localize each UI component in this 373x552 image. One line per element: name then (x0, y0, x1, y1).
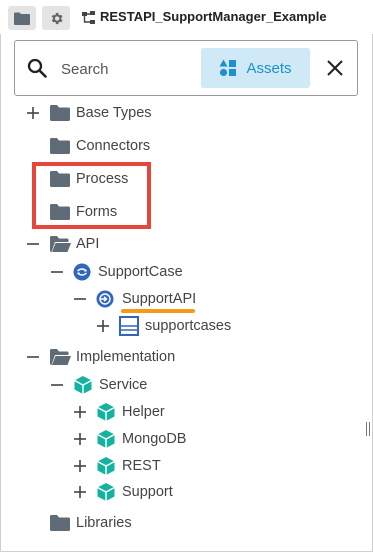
close-icon (327, 60, 343, 76)
folder-icon (50, 138, 70, 154)
search-icon (27, 58, 47, 78)
api-group-icon (73, 263, 91, 281)
cube-icon (97, 430, 115, 448)
tree-item-label: Support (122, 484, 173, 500)
tree-item-connectors[interactable]: Connectors (50, 135, 150, 157)
tree-item-label: MongoDB (122, 431, 187, 447)
tree-item-supportapi[interactable]: SupportAPI (96, 288, 196, 310)
expand-icon[interactable] (74, 460, 86, 472)
open-folder-icon (50, 236, 71, 252)
cube-icon (97, 457, 115, 475)
tree-item-implementation[interactable]: Implementation (50, 346, 175, 368)
tree-item-label: SupportAPI (122, 291, 197, 307)
tree-item-api[interactable]: API (50, 233, 99, 255)
cube-icon (97, 403, 115, 421)
project-tree-icon (82, 11, 95, 24)
resource-icon (119, 316, 139, 336)
api-icon (96, 290, 114, 308)
tree-item-label: SupportCase (98, 264, 183, 280)
tree-item-label: Service (99, 377, 148, 393)
collapse-icon[interactable] (74, 293, 86, 305)
close-search-button[interactable] (323, 56, 347, 80)
project-title: RESTAPI_SupportManager_Example (100, 9, 327, 24)
tree-item-helper[interactable]: Helper (96, 401, 165, 423)
folder-view-button[interactable] (8, 6, 36, 30)
collapse-icon[interactable] (51, 379, 63, 391)
cube-icon (74, 376, 92, 394)
tree-item-label: Connectors (76, 138, 151, 154)
tree-item-label: Libraries (76, 515, 132, 531)
tree-item-label: supportcases (145, 318, 232, 334)
resize-handle[interactable] (366, 422, 370, 436)
tree-item-service[interactable]: Service (73, 374, 147, 396)
assets-icon (219, 59, 237, 77)
collapse-icon[interactable] (27, 351, 39, 363)
tree-item-label: Helper (122, 404, 165, 420)
highlight-annotation (32, 162, 151, 229)
assets-filter-button[interactable]: Assets (201, 48, 310, 88)
tree-item-label: REST (122, 458, 161, 474)
search-input[interactable] (61, 57, 201, 81)
cube-icon (97, 483, 115, 501)
expand-icon[interactable] (74, 486, 86, 498)
tree-item-label: Base Types (76, 105, 152, 121)
folder-icon (50, 105, 70, 121)
open-folder-icon (50, 349, 71, 365)
tree-item-support[interactable]: Support (96, 481, 173, 503)
gear-icon (51, 12, 62, 24)
folder-icon (50, 515, 70, 531)
folder-icon (14, 12, 30, 25)
expand-icon[interactable] (74, 406, 86, 418)
collapse-icon[interactable] (51, 266, 63, 278)
tree-item-label: API (76, 236, 100, 252)
expand-icon[interactable] (74, 433, 86, 445)
search-bar: Assets (14, 40, 358, 96)
tree-item-supportcases[interactable]: supportcases (119, 315, 231, 337)
tree-item-libraries[interactable]: Libraries (50, 512, 132, 534)
expand-icon[interactable] (97, 320, 109, 332)
tree-item-supportcase[interactable]: SupportCase (73, 261, 183, 283)
collapse-icon[interactable] (27, 238, 39, 250)
tree-item-label: Implementation (76, 349, 176, 365)
tree-item-base-types[interactable]: Base Types (50, 102, 152, 124)
expand-icon[interactable] (27, 107, 39, 119)
panel-toolbar: RESTAPI_SupportManager_Example (0, 0, 373, 34)
settings-button[interactable] (42, 6, 70, 30)
assets-label: Assets (246, 59, 292, 77)
tree-item-rest[interactable]: REST (96, 455, 161, 477)
underline-annotation (121, 309, 195, 313)
tree-item-mongodb[interactable]: MongoDB (96, 428, 186, 450)
